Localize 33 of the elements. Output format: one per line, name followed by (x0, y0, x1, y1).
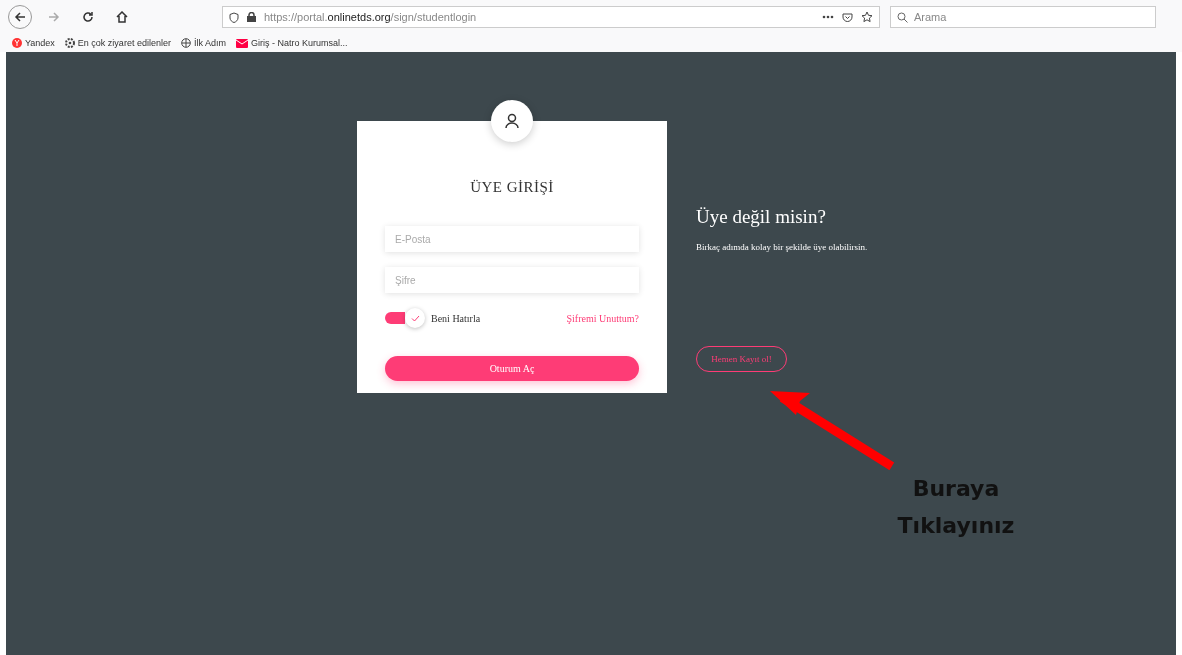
login-title: ÜYE GİRİŞİ (470, 179, 554, 196)
back-arrow-icon (14, 11, 26, 23)
address-bar[interactable]: https://portal.onlinetds.org/sign/studentlogin (222, 6, 880, 28)
check-icon (410, 314, 420, 322)
search-icon (897, 11, 908, 23)
password-field[interactable]: Şifre (385, 267, 639, 293)
user-icon (505, 113, 519, 129)
toggle-knob[interactable] (405, 308, 425, 328)
annotation-text: Buraya Tıklayınız (896, 475, 1016, 540)
globe-icon (180, 38, 191, 48)
signup-title: Üye değil misin? (696, 206, 827, 228)
email-field[interactable]: E-Posta (385, 226, 639, 252)
toggle-track[interactable] (385, 312, 405, 324)
more-icon[interactable] (822, 15, 834, 19)
remember-label: Beni Hatırla (431, 312, 481, 324)
gear-icon (64, 38, 75, 48)
search-field[interactable]: Arama (890, 6, 1156, 28)
forgot-password-link[interactable]: Şifremi Unuttum? (566, 312, 639, 324)
bookmark-link[interactable]: İlk Adım (180, 38, 226, 48)
home-icon (116, 11, 128, 23)
pocket-icon[interactable] (842, 11, 853, 23)
reload-icon (82, 11, 94, 23)
shield-icon (229, 11, 239, 23)
signup-text: Birkaç adımda kolay bir şekilde üye olabilirsin. (696, 242, 868, 252)
bookmark-link[interactable]: En çok ziyaret edilenler (64, 38, 171, 48)
y-logo-icon (12, 38, 22, 48)
forward-arrow-icon (48, 11, 60, 23)
mail-icon (235, 38, 248, 48)
lock-icon (247, 12, 256, 22)
url-text: https://portal.onlinetds.org/sign/studentlogin (264, 11, 478, 23)
star-icon[interactable] (861, 11, 873, 23)
bookmark-link[interactable]: Yandex (12, 38, 55, 48)
bookmark-link[interactable]: Giriş - Natro Kurumsal... (235, 38, 348, 48)
